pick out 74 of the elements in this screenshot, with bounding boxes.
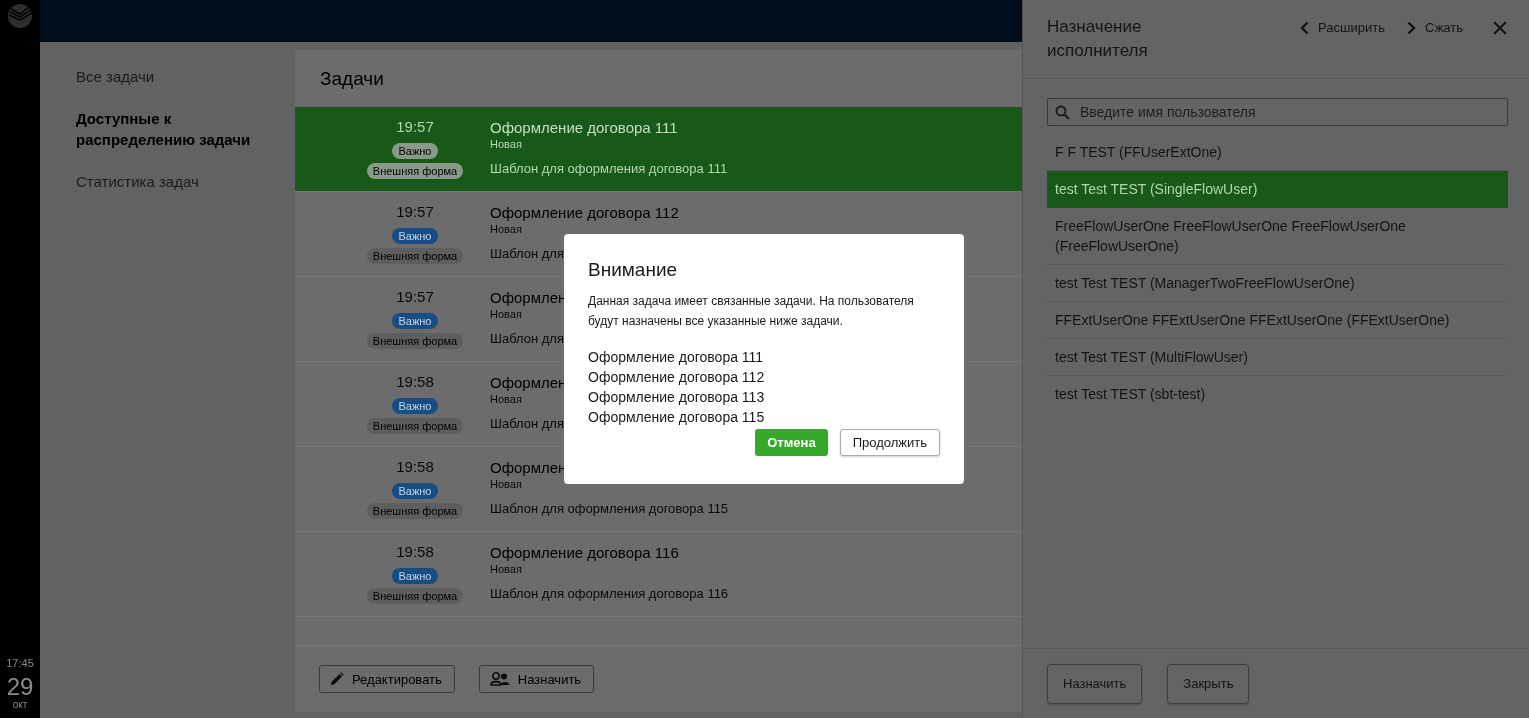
- task-template: Шаблон для оформления договора 115: [490, 501, 729, 516]
- task-time: 19:57: [396, 288, 434, 306]
- search-icon: [1055, 105, 1070, 120]
- task-title: Оформление договора 111: [490, 119, 678, 137]
- date-day: 29: [6, 675, 34, 699]
- user-item[interactable]: FFExtUserOne FFExtUserOne FFExtUserOne (FFExtUserOne): [1047, 302, 1508, 339]
- task-status: Новая: [490, 562, 522, 576]
- task-title: Оформлен: [490, 289, 567, 307]
- sidebar-item[interactable]: Все задачи: [76, 62, 266, 104]
- task-status: Новая: [490, 477, 522, 491]
- form-tag: Внешняя форма: [366, 248, 464, 264]
- user-item[interactable]: test Test TEST (MultiFlowUser): [1047, 339, 1508, 376]
- link-label: Расширить: [1318, 20, 1385, 35]
- users-icon: [489, 672, 510, 686]
- edit-button[interactable]: Редактировать: [319, 665, 455, 693]
- card-title: Задачи: [320, 67, 384, 90]
- cancel-button[interactable]: Отмена: [755, 429, 828, 456]
- task-time: 19:58: [396, 373, 434, 391]
- task-title: Оформлен: [490, 374, 567, 392]
- linked-task: Оформление договора 112: [588, 368, 765, 387]
- expand-link[interactable]: Расширить: [1300, 20, 1385, 35]
- assign-button[interactable]: Назначить: [1047, 663, 1143, 704]
- priority-tag: Важно: [392, 568, 438, 584]
- task-title: Оформление договора 112: [490, 204, 679, 222]
- dialog-message: Данная задача имеет связанные задачи. На пользователя будут назначены все указанные ниже задачи.: [588, 293, 915, 330]
- task-title: Оформление договора 116: [490, 544, 679, 562]
- search-field[interactable]: Введите имя пользователя: [1047, 98, 1508, 126]
- priority-tag: Важно: [392, 143, 438, 159]
- pencil-icon: [330, 672, 344, 686]
- task-template: Шаблон для: [490, 331, 564, 346]
- panel-title: Назначение исполнителя: [1047, 16, 1149, 62]
- task-row[interactable]: 19:58 Важно Внешняя форма Оформление договора 116 Новая Шаблон для оформления договора 116: [295, 532, 1022, 617]
- form-tag: Внешняя форма: [366, 588, 464, 604]
- form-tag: Внешняя форма: [366, 333, 464, 349]
- chevron-left-icon: [1300, 20, 1310, 35]
- close-button[interactable]: Закрыть: [1167, 663, 1250, 704]
- close-icon[interactable]: [1493, 20, 1507, 35]
- form-tag: Внешняя форма: [366, 503, 464, 519]
- task-title: Оформлен: [490, 459, 567, 477]
- task-template: Шаблон для: [490, 416, 564, 431]
- task-status: Новая: [490, 307, 522, 321]
- priority-tag: Важно: [392, 398, 438, 414]
- user-item[interactable]: test Test TEST (ManagerTwoFreeFlowUserOne): [1047, 265, 1508, 302]
- form-tag: Внешняя форма: [366, 163, 464, 179]
- priority-tag: Важно: [392, 228, 438, 244]
- logo-icon: [7, 3, 33, 29]
- task-status: Новая: [490, 222, 522, 236]
- task-row[interactable]: 19:57 Важно Внешняя форма Оформление договора 111 Новая Шаблон для оформления договора 111: [295, 107, 1022, 192]
- date-month: окт: [12, 699, 28, 710]
- user-item[interactable]: FreeFlowUserOne FreeFlowUserOne FreeFlowUserOne (FreeFlowUserOne): [1047, 208, 1508, 265]
- sidebar-item[interactable]: Статистика задач: [76, 167, 266, 209]
- priority-tag: Важно: [392, 483, 438, 499]
- continue-button[interactable]: Продолжить: [839, 429, 940, 456]
- shrink-link[interactable]: Сжать: [1406, 20, 1463, 35]
- task-time: 19:57: [396, 203, 434, 221]
- task-time: 19:57: [396, 118, 434, 136]
- priority-tag: Важно: [392, 313, 438, 329]
- user-item[interactable]: test Test TEST (SingleFlowUser): [1047, 171, 1508, 208]
- linked-task: Оформление договора 115: [588, 408, 765, 427]
- task-template: Шаблон для: [490, 246, 564, 261]
- link-label: Сжать: [1424, 20, 1463, 35]
- task-template: Шаблон для оформления договора 116: [490, 586, 729, 601]
- task-time: 19:58: [396, 458, 434, 476]
- linked-task: Оформление договора 113: [588, 388, 765, 407]
- task-status: Новая: [490, 137, 522, 151]
- user-item[interactable]: test Test TEST (sbt-test): [1047, 376, 1508, 412]
- task-status: Новая: [490, 392, 522, 406]
- task-template: Шаблон для оформления договора 111: [490, 161, 728, 176]
- chevron-right-icon: [1406, 20, 1416, 35]
- sidebar-item[interactable]: Доступные к распределению задачи: [76, 104, 266, 167]
- clock-time: 17:45: [6, 657, 34, 669]
- form-tag: Внешняя форма: [366, 418, 464, 434]
- task-time: 19:58: [396, 543, 434, 561]
- assign-button[interactable]: Назначить: [478, 665, 595, 693]
